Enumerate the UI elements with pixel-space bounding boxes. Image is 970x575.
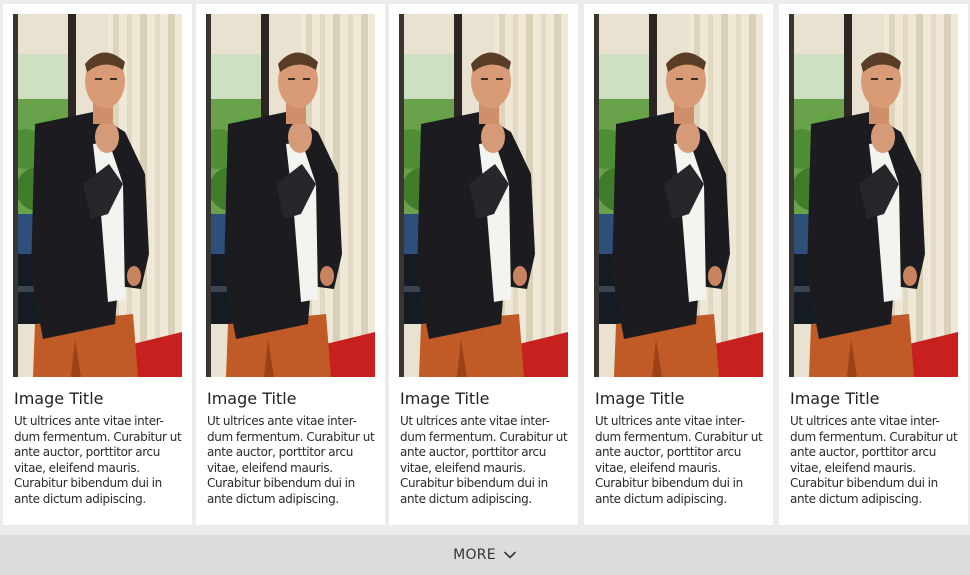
card-title: Image Title: [207, 389, 297, 408]
card-title: Image Title: [790, 389, 880, 408]
chevron-down-icon: [503, 548, 517, 562]
card-description: Ut ultrices ante vitae inter-dum ferment…: [595, 414, 763, 506]
card-image[interactable]: [399, 14, 568, 377]
card-image[interactable]: [789, 14, 958, 377]
card-description: Ut ultrices ante vitae inter-dum ferment…: [14, 414, 182, 506]
card-description: Ut ultrices ante vitae inter-dum ferment…: [790, 414, 958, 506]
image-card[interactable]: Image Title Ut ultrices ante vitae inter…: [3, 4, 192, 525]
card-description: Ut ultrices ante vitae inter-dum ferment…: [400, 414, 568, 506]
card-title: Image Title: [595, 389, 685, 408]
image-card[interactable]: Image Title Ut ultrices ante vitae inter…: [779, 4, 968, 525]
more-button[interactable]: MORE: [0, 535, 970, 575]
card-image[interactable]: [594, 14, 763, 377]
image-card[interactable]: Image Title Ut ultrices ante vitae inter…: [584, 4, 773, 525]
card-grid: Image Title Ut ultrices ante vitae inter…: [0, 0, 970, 535]
card-image[interactable]: [206, 14, 375, 377]
image-card[interactable]: Image Title Ut ultrices ante vitae inter…: [196, 4, 385, 525]
image-card[interactable]: Image Title Ut ultrices ante vitae inter…: [389, 4, 578, 525]
card-title: Image Title: [14, 389, 104, 408]
card-image[interactable]: [13, 14, 182, 377]
card-description: Ut ultrices ante vitae inter-dum ferment…: [207, 414, 375, 506]
card-title: Image Title: [400, 389, 490, 408]
more-label: MORE: [453, 547, 496, 563]
